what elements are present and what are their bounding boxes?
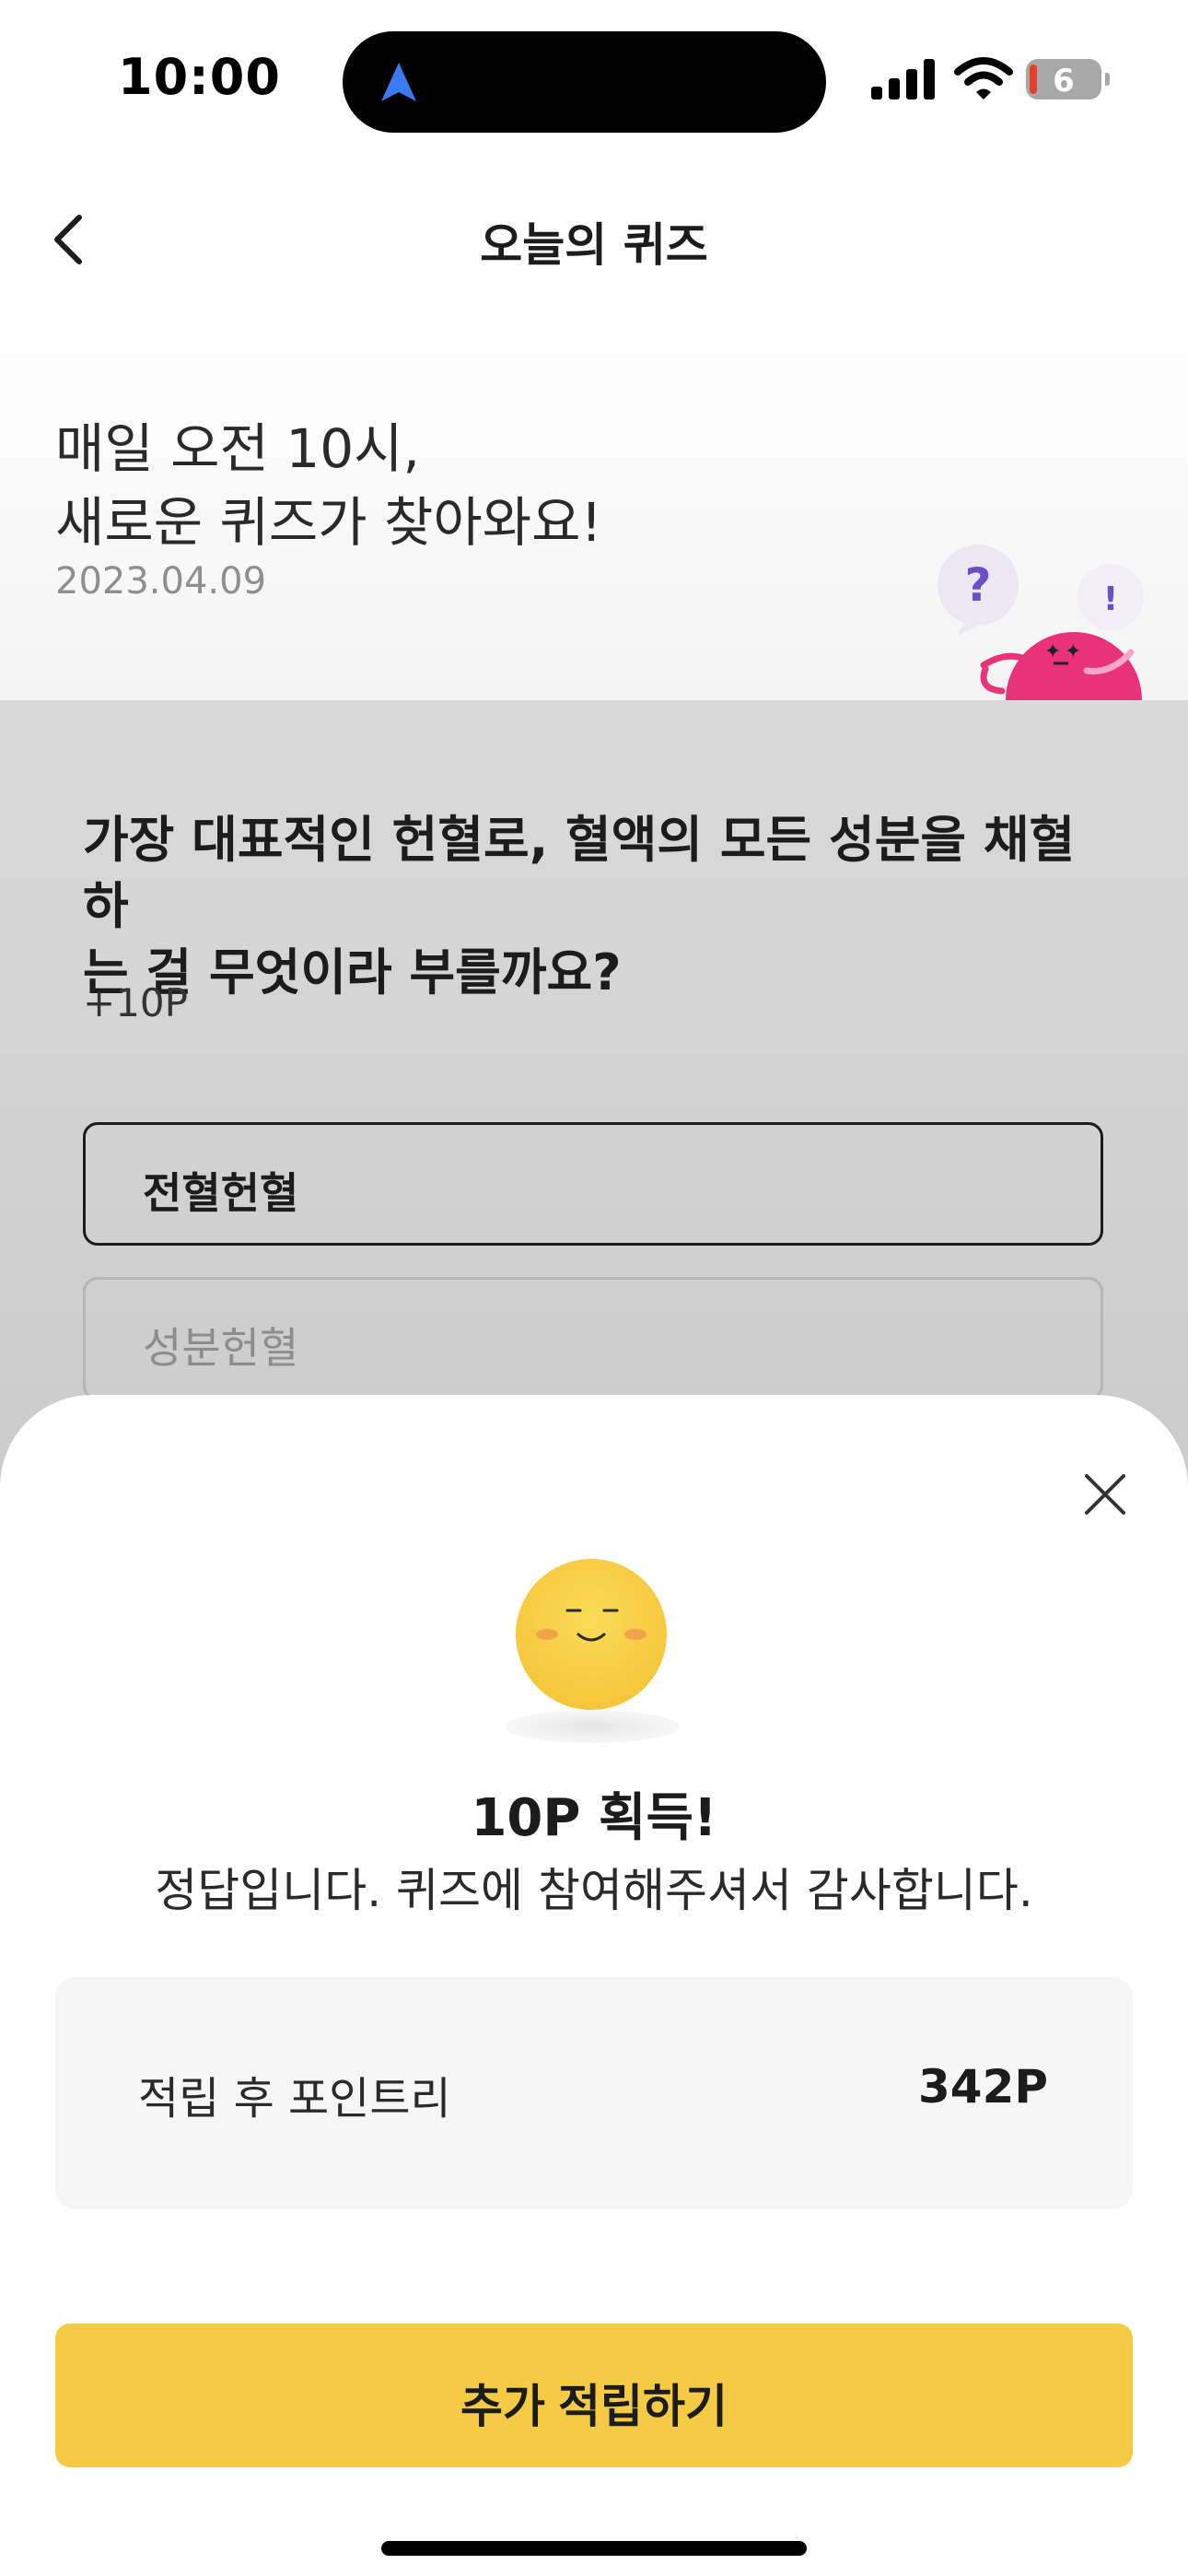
answer-option-label: 전혈헌혈 (143, 1168, 299, 1218)
hero-line-2: 새로운 퀴즈가 찾아와요! (55, 491, 602, 554)
quiz-date: 2023.04.09 (55, 560, 267, 603)
points-summary-card: 적립 후 포인트리 342P (55, 1977, 1133, 2209)
battery-icon: 6 (1026, 59, 1110, 100)
navigation-arrow-icon (381, 63, 416, 101)
svg-text:✦: ✦ (1065, 640, 1081, 663)
earn-more-button[interactable]: 추가 적립하기 (55, 2324, 1133, 2467)
reward-message: 정답입니다. 퀴즈에 참여해주셔서 감사합니다. (155, 1864, 1033, 1917)
smiley-face-icon (516, 1559, 667, 1710)
svg-text:✦: ✦ (1044, 640, 1061, 663)
close-icon[interactable] (1077, 1467, 1133, 1522)
wifi-icon (954, 57, 1013, 100)
points-label: 적립 후 포인트리 (138, 2073, 451, 2125)
battery-level: 6 (1053, 63, 1075, 100)
quiz-reward-points: +10P (83, 980, 188, 1025)
points-value: 342P (917, 2060, 1048, 2113)
smiley-shadow (505, 1710, 680, 1743)
quiz-question-line-1: 가장 대표적인 헌혈로, 혈액의 모든 성분을 채혈하 (83, 811, 1076, 935)
quiz-question-line-2: 는 걸 무엇이라 부를까요? (83, 943, 622, 1001)
svg-text:!: ! (1103, 580, 1118, 618)
reward-title: 10P 획득! (471, 1788, 717, 1848)
answer-option-label: 성분헌혈 (143, 1323, 299, 1373)
mascot-illustration: ? ! ✦ ✦ (938, 544, 1144, 700)
quiz-question: 가장 대표적인 헌혈로, 혈액의 모든 성분을 채혈하 는 걸 무엇이라 부를까… (83, 807, 1105, 1006)
earn-more-label: 추가 적립하기 (460, 2381, 728, 2432)
cellular-signal-icon (871, 59, 935, 100)
answer-option-whole-blood[interactable]: 전혈헌혈 (83, 1122, 1103, 1246)
dynamic-island (343, 31, 826, 133)
answer-option-component[interactable]: 성분헌혈 (83, 1277, 1103, 1400)
home-indicator[interactable] (381, 2541, 807, 2556)
svg-text:?: ? (964, 558, 991, 612)
status-time: 10:00 (118, 48, 281, 106)
page-title: 오늘의 퀴즈 (480, 218, 708, 272)
hero-line-1: 매일 오전 10시, (55, 417, 420, 480)
